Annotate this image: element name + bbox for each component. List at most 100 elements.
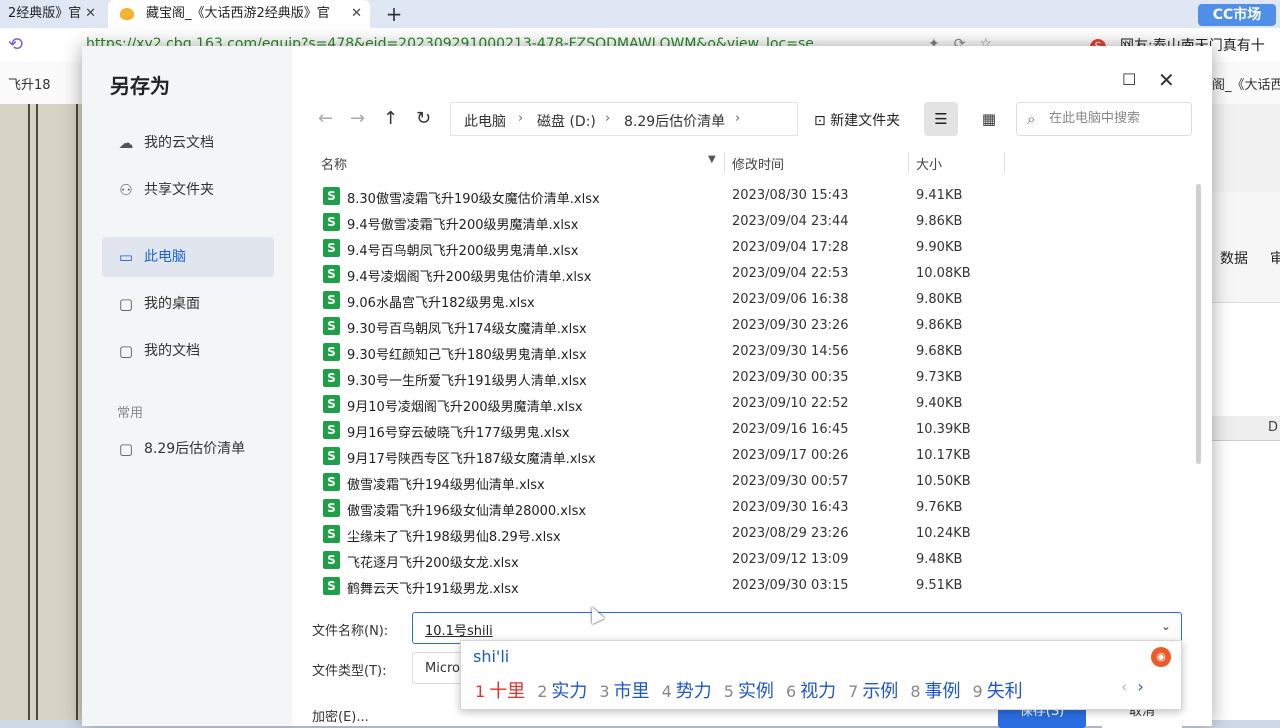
file-modified: 2023/09/04 22:53 bbox=[732, 266, 849, 281]
sidebar-item-shared-folder[interactable]: ⚇ 共享文件夹 bbox=[102, 170, 274, 210]
spreadsheet-file-icon: S bbox=[323, 369, 340, 387]
file-row[interactable]: S 9月10号凌烟阁飞升200级男魔清单.xlsx 2023/09/10 22:52… bbox=[308, 391, 1188, 417]
column-header-name[interactable]: 名称 bbox=[321, 154, 347, 173]
breadcrumb-item[interactable]: 8.29后估价清单 bbox=[624, 111, 725, 131]
maximize-button[interactable]: ☐ bbox=[1122, 70, 1136, 89]
new-tab-button[interactable]: + bbox=[380, 0, 408, 28]
file-row[interactable]: S 9.4号百鸟朝凤飞升200级男鬼清单.xlsx 2023/09/04 17:28… bbox=[308, 235, 1188, 261]
ime-candidate-list: 1 十里 2 实力 3 市里 4 势力 5 实例 6 视力 7 示例 8 事例 9 失利 bbox=[475, 677, 1035, 703]
ime-candidate-text: 实例 bbox=[737, 681, 774, 702]
ime-candidate[interactable]: 3 市里 bbox=[599, 677, 649, 703]
file-row[interactable]: S 9.30号红颜知己飞升180级男鬼清单.xlsx 2023/09/30 14:5… bbox=[308, 339, 1188, 365]
file-row[interactable]: S 9.30号一生所爱飞升191级男人清单.xlsx 2023/09/30 00:3… bbox=[308, 365, 1188, 391]
vertical-scrollbar[interactable] bbox=[1196, 184, 1201, 464]
sidebar-item-desktop[interactable]: ▢ 我的桌面 bbox=[102, 284, 274, 324]
close-button[interactable]: ✕ bbox=[1158, 68, 1175, 92]
file-row[interactable]: S 9月17号陕西专区飞升187级女魔清单.xlsx 2023/09/17 00:2… bbox=[308, 443, 1188, 469]
file-row[interactable]: S 傲雪凌霜飞升196级女仙清单28000.xlsx 2023/09/30 16:4… bbox=[308, 495, 1188, 521]
ime-candidate-text: 十里 bbox=[489, 681, 526, 702]
file-row[interactable]: S 傲雪凌霜飞升194级男仙清单.xlsx 2023/09/30 00:57 10.5… bbox=[308, 469, 1188, 495]
share-folder-icon: ⚇ bbox=[119, 181, 133, 199]
chevron-right-icon[interactable]: › bbox=[1137, 677, 1153, 696]
file-row[interactable]: S 8.30傲雪凌霜飞升190级女魔估价清单.xlsx 2023/08/30 15:… bbox=[308, 183, 1188, 209]
refresh-button[interactable]: ↻ bbox=[416, 108, 431, 129]
chevron-down-icon[interactable]: ⌄ bbox=[1161, 619, 1171, 633]
file-row[interactable]: S 9.4号傲雪凌霜飞升200级男魔清单.xlsx 2023/09/04 23:44… bbox=[308, 209, 1188, 235]
filename-input[interactable]: 10.1号shili bbox=[425, 620, 493, 639]
sogou-ime-icon[interactable]: ◉ bbox=[1151, 647, 1171, 667]
close-icon[interactable]: ✕ bbox=[351, 0, 362, 28]
file-row[interactable]: S 飞花逐月飞升200级女龙.xlsx 2023/09/12 13:09 9.48KB bbox=[308, 547, 1188, 573]
file-row[interactable]: S 尘缘未了飞升198级男仙8.29号.xlsx 2023/08/29 23:26 1… bbox=[308, 521, 1188, 547]
cc-market-logo: CC市场 bbox=[1198, 4, 1276, 26]
file-size: 10.08KB bbox=[916, 266, 971, 281]
grid-view-button[interactable]: ▦ bbox=[972, 102, 1006, 136]
ime-candidate[interactable]: 4 势力 bbox=[662, 677, 712, 703]
undo-icon[interactable]: ⟲ bbox=[8, 34, 23, 55]
ime-candidate-index: 6 bbox=[785, 682, 797, 701]
file-row[interactable]: S 9月16号穿云破晓飞升177级男鬼.xlsx 2023/09/16 16:45 1… bbox=[308, 417, 1188, 443]
column-header-size[interactable]: 大小 bbox=[916, 154, 942, 173]
ime-candidate-index: 9 bbox=[972, 682, 983, 701]
file-modified: 2023/09/30 16:43 bbox=[732, 500, 849, 515]
file-row[interactable]: S 9.06水晶宫飞升182级男鬼.xlsx 2023/09/06 16:38 9.8… bbox=[308, 287, 1188, 313]
chevron-left-icon[interactable]: ‹ bbox=[1121, 677, 1137, 696]
file-name: 9月16号穿云破晓飞升177级男鬼.xlsx bbox=[347, 426, 570, 441]
ime-candidate-text: 示例 bbox=[862, 681, 899, 702]
ime-candidate[interactable]: 2 实力 bbox=[537, 677, 587, 703]
search-box[interactable]: ⌕ bbox=[1016, 102, 1192, 136]
column-header-modified[interactable]: 修改时间 bbox=[732, 154, 784, 173]
up-button[interactable]: ↑ bbox=[383, 108, 398, 129]
search-input[interactable] bbox=[1049, 111, 1185, 126]
browser-tab-active[interactable]: 藏宝阁_《大话西游2经典版》官 ✕ bbox=[108, 0, 370, 28]
grid-view-icon: ▦ bbox=[981, 110, 997, 128]
ime-candidate[interactable]: 5 实例 bbox=[724, 677, 774, 703]
file-name: 9.4号傲雪凌霜飞升200级男魔清单.xlsx bbox=[347, 218, 579, 233]
back-button[interactable]: ← bbox=[318, 108, 333, 129]
sort-down-icon[interactable]: ▼ bbox=[708, 154, 716, 165]
ribbon-tab-review[interactable]: 审 bbox=[1270, 248, 1280, 268]
file-name: 9.30号百鸟朝凤飞升174级女魔清单.xlsx bbox=[347, 322, 587, 337]
sidebar-item-frequent-folder[interactable]: ▢ 8.29后估价清单 bbox=[102, 429, 274, 469]
file-name: 9月17号陕西专区飞升187级女魔清单.xlsx bbox=[347, 452, 596, 467]
ime-candidate[interactable]: 9 失利 bbox=[973, 677, 1023, 703]
sidebar-item-label: 我的文档 bbox=[144, 343, 200, 359]
browser-tab[interactable]: 2经典版》官 ✕ bbox=[0, 0, 104, 28]
file-row[interactable]: S 9.30号百鸟朝凤飞升174级女魔清单.xlsx 2023/09/30 23:2… bbox=[308, 313, 1188, 339]
background-window-left bbox=[0, 104, 82, 720]
ime-candidate[interactable]: 7 示例 bbox=[848, 677, 898, 703]
save-as-dialog: 另存为 ☁ 我的云文档 ⚇ 共享文件夹 ▭ 此电脑 ▢ 我的桌面 ▢ 我的文档 … bbox=[82, 46, 1212, 728]
sidebar-item-documents[interactable]: ▢ 我的文档 bbox=[102, 331, 274, 371]
spreadsheet-file-icon: S bbox=[323, 551, 340, 569]
chevron-right-icon[interactable]: › bbox=[605, 111, 610, 126]
forward-button[interactable]: → bbox=[350, 108, 365, 129]
file-row[interactable]: S 9.4号凌烟阁飞升200级男鬼估价清单.xlsx 2023/09/04 22:5… bbox=[308, 261, 1188, 287]
column-header-d[interactable]: D bbox=[1268, 420, 1278, 435]
breadcrumb-item[interactable]: 磁盘 (D:) bbox=[537, 111, 596, 131]
file-row[interactable]: S 鹤舞云天飞升191级男龙.xlsx 2023/09/30 03:15 9.51KB bbox=[308, 573, 1188, 599]
new-folder-button[interactable]: ⊡ 新建文件夹 bbox=[814, 110, 900, 130]
sidebar-item-this-pc[interactable]: ▭ 此电脑 bbox=[102, 237, 274, 277]
sidebar-item-cloud-docs[interactable]: ☁ 我的云文档 bbox=[102, 123, 274, 163]
ribbon-tab-data[interactable]: 数据 bbox=[1220, 248, 1248, 268]
encrypt-link[interactable]: 加密(E)... bbox=[312, 706, 369, 725]
ime-candidate[interactable]: 1 十里 bbox=[475, 677, 525, 703]
chevron-right-icon[interactable]: › bbox=[735, 111, 740, 126]
sidebar-section-frequent: 常用 bbox=[117, 406, 144, 421]
ime-candidate[interactable]: 6 视力 bbox=[786, 677, 836, 703]
chevron-right-icon[interactable]: › bbox=[518, 111, 523, 126]
spreadsheet-file-icon: S bbox=[323, 447, 340, 465]
close-icon[interactable]: ✕ bbox=[85, 0, 96, 28]
ime-candidate-text: 势力 bbox=[675, 681, 712, 702]
file-list-header: 名称 ▼ 修改时间 大小 bbox=[308, 150, 1188, 176]
file-modified: 2023/09/04 23:44 bbox=[732, 214, 849, 229]
ime-candidate[interactable]: 8 事例 bbox=[910, 677, 960, 703]
file-modified: 2023/09/12 13:09 bbox=[732, 552, 849, 567]
bookmark-item[interactable]: 阁_《大话西 bbox=[1212, 74, 1280, 93]
spreadsheet-file-icon: S bbox=[323, 525, 340, 543]
list-view-button[interactable]: ☰ bbox=[924, 102, 958, 136]
file-modified: 2023/09/06 16:38 bbox=[732, 292, 849, 307]
file-name: 尘缘未了飞升198级男仙8.29号.xlsx bbox=[347, 530, 561, 545]
breadcrumb-item[interactable]: 此电脑 bbox=[464, 111, 506, 131]
bookmark-item[interactable]: 飞升18 bbox=[8, 74, 51, 93]
